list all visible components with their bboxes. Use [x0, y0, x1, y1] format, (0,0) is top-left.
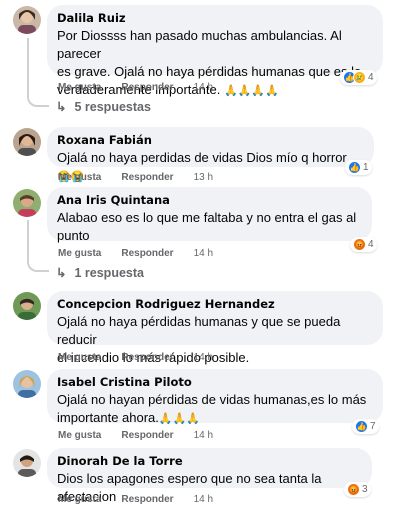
comment-bubble: Concepcion Rodriguez Hernandez Ojalá no …: [47, 291, 383, 365]
like-button[interactable]: Me gusta: [58, 248, 101, 260]
like-button[interactable]: Me gusta: [58, 82, 101, 94]
comment-text: Ojalá no hayan pérdidas de vidas humanas…: [57, 392, 367, 425]
like-button[interactable]: Me gusta: [58, 172, 101, 184]
comment-bubble: Dinorah De la Torre Dios los apagones es…: [47, 448, 372, 504]
avatar[interactable]: [13, 128, 41, 156]
reply-button[interactable]: Responder: [121, 172, 173, 184]
angry-reaction-icon: 😡: [347, 483, 360, 496]
like-button[interactable]: Me gusta: [58, 352, 101, 364]
comment-bubble: Isabel Cristina Piloto Ojalá no hayan pé…: [47, 369, 383, 425]
reply-arrow-icon: ↳: [56, 266, 67, 280]
view-replies-link[interactable]: ↳ 5 respuestas: [56, 99, 151, 115]
reply-button[interactable]: Responder: [121, 248, 173, 260]
comment-text: Alabao eso es lo que me faltaba y no ent…: [57, 210, 357, 243]
reaction-count: 7: [370, 421, 376, 432]
view-replies-link[interactable]: ↳ 1 respuesta: [56, 265, 144, 281]
avatar[interactable]: [13, 6, 41, 34]
like-button[interactable]: Me gusta: [58, 494, 101, 506]
timestamp[interactable]: 14 h: [194, 248, 213, 260]
comment-bubble: Roxana Fabián Ojalá no haya perdidas de …: [47, 127, 374, 183]
comment-author[interactable]: Concepcion Rodriguez Hernandez: [57, 297, 373, 311]
reply-arrow-icon: ↳: [56, 100, 67, 114]
thread-curve: [27, 260, 49, 272]
comment-bubble: Dalila Ruiz Por Diossss han pasado mucha…: [47, 5, 383, 97]
reaction-count: 1: [363, 162, 369, 173]
reaction-summary[interactable]: 👍 7: [352, 419, 379, 434]
pray-emoji: 🙏🙏🙏: [158, 413, 200, 425]
reaction-summary[interactable]: 👍 1: [345, 160, 372, 175]
like-reaction-icon: 👍: [348, 161, 361, 174]
reaction-count: 3: [362, 484, 368, 495]
timestamp[interactable]: 14 h: [194, 352, 213, 364]
angry-reaction-icon: 😡: [353, 238, 366, 251]
comment-actions: Me gusta Responder 14 h: [58, 430, 233, 442]
timestamp[interactable]: 14 h: [194, 82, 213, 94]
reaction-count: 4: [368, 239, 374, 250]
reply-button[interactable]: Responder: [121, 82, 173, 94]
avatar[interactable]: [13, 449, 41, 477]
avatar[interactable]: [13, 189, 41, 217]
like-button[interactable]: Me gusta: [58, 430, 101, 442]
thread-line: [27, 38, 29, 98]
comment-actions: Me gusta Responder 14 h: [58, 352, 233, 364]
comment-author[interactable]: Dinorah De la Torre: [57, 454, 362, 468]
thread-line: [27, 220, 29, 262]
sad-reaction-icon: 😢: [353, 71, 366, 84]
comment-bubble: Ana Iris Quintana Alabao eso es lo que m…: [47, 187, 372, 243]
reaction-summary[interactable]: 👍 😢 4: [340, 70, 377, 85]
comment-actions: Me gusta Responder 14 h: [58, 248, 233, 260]
reaction-count: 4: [368, 72, 374, 83]
comment-author[interactable]: Ana Iris Quintana: [57, 193, 362, 207]
timestamp[interactable]: 14 h: [194, 494, 213, 506]
avatar[interactable]: [13, 292, 41, 320]
thread-curve: [27, 95, 49, 107]
timestamp[interactable]: 13 h: [194, 172, 213, 184]
comment-author[interactable]: Roxana Fabián: [57, 133, 364, 147]
comment-author[interactable]: Isabel Cristina Piloto: [57, 375, 373, 389]
comment-actions: Me gusta Responder 13 h: [58, 172, 233, 184]
like-reaction-icon: 👍: [355, 420, 368, 433]
timestamp[interactable]: 14 h: [194, 430, 213, 442]
reply-button[interactable]: Responder: [121, 430, 173, 442]
reply-button[interactable]: Responder: [121, 494, 173, 506]
reaction-summary[interactable]: 😡 3: [344, 482, 371, 497]
reaction-summary[interactable]: 😡 4: [350, 237, 377, 252]
reply-button[interactable]: Responder: [121, 352, 173, 364]
comment-actions: Me gusta Responder 14 h: [58, 494, 233, 506]
avatar[interactable]: [13, 370, 41, 398]
comment-author[interactable]: Dalila Ruiz: [57, 11, 373, 25]
comment-actions: Me gusta Responder 14 h: [58, 82, 233, 94]
